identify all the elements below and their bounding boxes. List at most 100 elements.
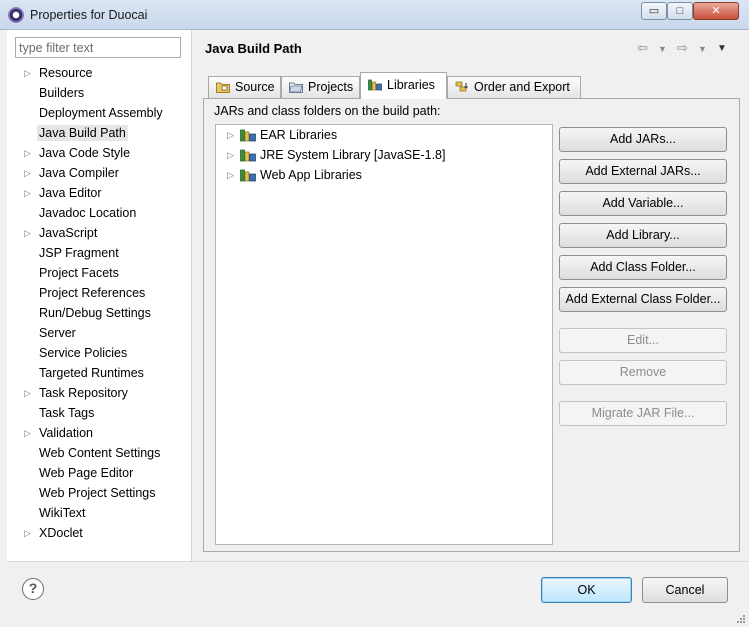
library-label: Web App Libraries bbox=[260, 168, 362, 182]
library-container-icon bbox=[240, 169, 256, 182]
tree-item[interactable]: Web Page Editor bbox=[7, 463, 192, 483]
libraries-description: JARs and class folders on the build path… bbox=[214, 104, 441, 118]
expand-arrow-icon[interactable]: ▷ bbox=[24, 163, 34, 183]
migrate-jar-button[interactable]: Migrate JAR File... bbox=[559, 401, 727, 426]
library-label: JRE System Library [JavaSE-1.8] bbox=[260, 148, 446, 162]
tree-item-label: Server bbox=[39, 326, 76, 340]
add-jars-button[interactable]: Add JARs... bbox=[559, 127, 727, 152]
resize-grip-icon[interactable] bbox=[734, 612, 746, 624]
tree-item[interactable]: ▷ Java Editor bbox=[7, 183, 192, 203]
tree-item[interactable]: JSP Fragment bbox=[7, 243, 192, 263]
tree-item[interactable]: Project References bbox=[7, 283, 192, 303]
add-external-class-folder-button[interactable]: Add External Class Folder... bbox=[559, 287, 727, 312]
tree-item[interactable]: Run/Debug Settings bbox=[7, 303, 192, 323]
add-external-jars-button[interactable]: Add External JARs... bbox=[559, 159, 727, 184]
tab-libraries[interactable]: Libraries bbox=[360, 72, 447, 99]
edit-button[interactable]: Edit... bbox=[559, 328, 727, 353]
tab-label: Source bbox=[235, 80, 275, 94]
tree-item[interactable]: Server bbox=[7, 323, 192, 343]
tree-item-label: JSP Fragment bbox=[39, 246, 119, 260]
tab-label: Libraries bbox=[387, 78, 435, 92]
expand-arrow-icon[interactable]: ▷ bbox=[24, 183, 34, 203]
expand-arrow-icon[interactable]: ▷ bbox=[24, 63, 34, 83]
help-icon[interactable]: ? bbox=[22, 578, 44, 600]
expand-arrow-icon[interactable]: ▷ bbox=[24, 423, 34, 443]
tree-item-label: Service Policies bbox=[39, 346, 128, 360]
tree-item-label: XDoclet bbox=[39, 526, 83, 540]
forward-history-dropdown-icon[interactable]: ▼ bbox=[698, 44, 707, 54]
expand-arrow-icon[interactable]: ▷ bbox=[24, 523, 34, 543]
tree-item[interactable]: Javadoc Location bbox=[7, 203, 192, 223]
minimize-icon: ▭ bbox=[648, 5, 660, 17]
tree-item-label: Validation bbox=[39, 426, 93, 440]
tree-item-label: Web Page Editor bbox=[39, 466, 134, 480]
tree-item[interactable]: Targeted Runtimes bbox=[7, 363, 192, 383]
tree-item[interactable]: ▷ Java Code Style bbox=[7, 143, 192, 163]
tree-item[interactable]: Project Facets bbox=[7, 263, 192, 283]
tree-item-label: Java Editor bbox=[39, 186, 102, 200]
expand-arrow-icon[interactable]: ▷ bbox=[227, 125, 234, 145]
tab-order-and-export[interactable]: Order and Export bbox=[447, 76, 581, 98]
expand-arrow-icon[interactable]: ▷ bbox=[24, 223, 34, 243]
forward-arrow-icon[interactable]: ⇨ bbox=[677, 40, 688, 56]
library-item-jre[interactable]: ▷ JRE System Library [JavaSE-1.8] bbox=[216, 145, 552, 165]
tree-item[interactable]: Builders bbox=[7, 83, 192, 103]
tab-source[interactable]: Source bbox=[208, 76, 281, 98]
remove-button[interactable]: Remove bbox=[559, 360, 727, 385]
tree-item-label: Javadoc Location bbox=[39, 206, 137, 220]
view-menu-icon[interactable]: ▼ bbox=[717, 43, 727, 54]
tree-item[interactable]: WikiText bbox=[7, 503, 192, 523]
ok-button[interactable]: OK bbox=[541, 577, 632, 603]
tree-item-label: Project References bbox=[39, 286, 146, 300]
tree-item-label: WikiText bbox=[39, 506, 86, 520]
minimize-button[interactable]: ▭ bbox=[641, 2, 667, 20]
back-arrow-icon[interactable]: ⇦ bbox=[637, 40, 648, 56]
tree-item-label: Deployment Assembly bbox=[39, 106, 163, 120]
tree-item[interactable]: Deployment Assembly bbox=[7, 103, 192, 123]
tree-item[interactable]: Task Tags bbox=[7, 403, 192, 423]
tab-label: Projects bbox=[308, 80, 354, 94]
back-history-dropdown-icon[interactable]: ▼ bbox=[658, 44, 667, 54]
expand-arrow-icon[interactable]: ▷ bbox=[227, 165, 234, 185]
window-title: Properties for Duocai bbox=[30, 8, 148, 22]
tree-item[interactable]: ▷ Validation bbox=[7, 423, 192, 443]
tree-item-label: Task Tags bbox=[39, 406, 95, 420]
tree-item[interactable]: ▷ Resource bbox=[7, 63, 192, 83]
tree-item-label: Java Code Style bbox=[39, 146, 131, 160]
tree-item[interactable]: Web Project Settings bbox=[7, 483, 192, 503]
tab-label: Order and Export bbox=[474, 80, 570, 94]
tree-item[interactable]: Java Build Path bbox=[7, 123, 192, 143]
library-label: EAR Libraries bbox=[260, 128, 338, 142]
tree-item[interactable]: ▷ XDoclet bbox=[7, 523, 192, 543]
library-container-icon bbox=[240, 149, 256, 162]
tree-item-label: JavaScript bbox=[39, 226, 98, 240]
tree-item[interactable]: ▷ Java Compiler bbox=[7, 163, 192, 183]
tree-item-label: Resource bbox=[39, 66, 93, 80]
build-path-library-tree: ▷ EAR Libraries ▷ JRE System Library [Ja… bbox=[215, 124, 553, 545]
properties-nav-pane: ▷ Resource Builders Deployment Assembly Java… bbox=[7, 30, 192, 561]
add-class-folder-button[interactable]: Add Class Folder... bbox=[559, 255, 727, 280]
tree-item[interactable]: ▷ JavaScript bbox=[7, 223, 192, 243]
footer-separator bbox=[7, 561, 749, 562]
tree-item-label: Java Build Path bbox=[37, 125, 128, 141]
library-item-web-app[interactable]: ▷ Web App Libraries bbox=[216, 165, 552, 185]
filter-input[interactable] bbox=[15, 37, 181, 58]
close-button[interactable]: ✕ bbox=[693, 2, 739, 20]
add-library-button[interactable]: Add Library... bbox=[559, 223, 727, 248]
order-export-icon bbox=[455, 81, 468, 92]
library-item-ear[interactable]: ▷ EAR Libraries bbox=[216, 125, 552, 145]
expand-arrow-icon[interactable]: ▷ bbox=[227, 145, 234, 165]
tree-item[interactable]: Service Policies bbox=[7, 343, 192, 363]
expand-arrow-icon[interactable]: ▷ bbox=[24, 143, 34, 163]
add-variable-button[interactable]: Add Variable... bbox=[559, 191, 727, 216]
properties-tree: ▷ Resource Builders Deployment Assembly Java… bbox=[7, 63, 192, 543]
tree-item[interactable]: ▷ Task Repository bbox=[7, 383, 192, 403]
tree-item-label: Web Project Settings bbox=[39, 486, 156, 500]
maximize-button[interactable]: □ bbox=[667, 2, 693, 20]
cancel-button[interactable]: Cancel bbox=[642, 577, 728, 603]
library-icon bbox=[368, 79, 382, 91]
tab-projects[interactable]: Projects bbox=[281, 76, 360, 98]
expand-arrow-icon[interactable]: ▷ bbox=[24, 383, 34, 403]
tree-item[interactable]: Web Content Settings bbox=[7, 443, 192, 463]
tree-item-label: Builders bbox=[39, 86, 85, 100]
